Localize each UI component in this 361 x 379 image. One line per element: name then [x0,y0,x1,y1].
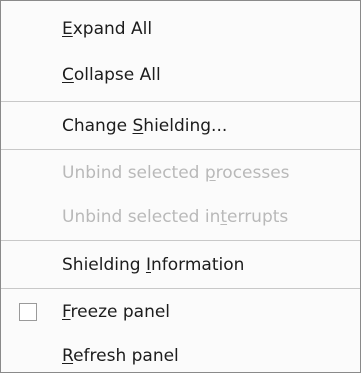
menu-item-label: Change Shielding... [62,116,228,136]
menu-item-refresh-panel[interactable]: Refresh panel [1,333,360,379]
context-menu: Expand All Collapse All Change Shielding… [0,0,361,373]
menu-item-unbind-selected-processes: Unbind selected processes [1,150,360,196]
menu-item-freeze-panel[interactable]: Freeze panel [1,289,360,335]
menu-item-shielding-information[interactable]: Shielding Information [1,242,360,288]
menu-item-collapse-all[interactable]: Collapse All [1,52,360,98]
menu-item-label: Refresh panel [62,346,179,366]
menu-item-change-shielding[interactable]: Change Shielding... [1,103,360,149]
menu-item-label: Expand All [62,19,153,39]
menu-item-label: Unbind selected interrupts [62,207,289,227]
menu-item-expand-all[interactable]: Expand All [1,6,360,52]
freeze-panel-checkbox[interactable] [19,303,37,321]
menu-item-unbind-selected-interrupts: Unbind selected interrupts [1,194,360,240]
menu-item-label: Freeze panel [62,302,171,322]
menu-item-label: Unbind selected processes [62,163,290,183]
menu-item-label: Collapse All [62,65,161,85]
menu-separator [1,240,360,241]
menu-separator [1,101,360,102]
menu-item-label: Shielding Information [62,255,245,275]
